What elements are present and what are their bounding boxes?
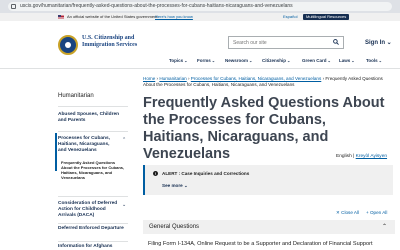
alert-icon: !: [153, 171, 158, 176]
nav-label: Newsroom: [225, 58, 249, 63]
address-bar[interactable]: uscis.gov/humanitarian/frequently-asked-…: [8, 2, 392, 11]
close-all-label: Close All: [341, 210, 360, 215]
search-input[interactable]: [229, 37, 343, 48]
sidebar-divider: [58, 223, 128, 224]
espanol-link[interactable]: Español: [283, 14, 297, 20]
chevron-down-icon[interactable]: ⌄: [122, 202, 126, 208]
sidebar-divider: [58, 241, 128, 242]
chevron-down-icon: ⌄: [351, 58, 355, 63]
dhs-seal-logo[interactable]: [58, 35, 78, 55]
sidebar-title[interactable]: Humanitarian: [58, 93, 94, 99]
see-more-label: See more: [162, 183, 183, 188]
search-box[interactable]: [228, 36, 344, 49]
chevron-up-icon[interactable]: ⌃: [122, 137, 126, 143]
nav-item-green-card[interactable]: Green Card⌄: [302, 58, 331, 63]
sidebar-item-deferred-enforced-departure[interactable]: Deferred Enforced Departure: [58, 226, 128, 232]
chevron-down-icon: ⌄: [378, 58, 383, 63]
site-header: U.S. Citizenship and Immigration Service…: [0, 21, 400, 68]
chevron-down-icon: ⌄: [184, 58, 188, 63]
sign-in-label: Sign In: [365, 40, 385, 46]
breadcrumb-humanitarian[interactable]: Humanitarian: [159, 76, 186, 81]
language-kreyol-link[interactable]: Kreyòl Ayisyen: [356, 154, 387, 159]
nav-label: Tools: [366, 58, 378, 63]
agency-name[interactable]: U.S. Citizenship and Immigration Service…: [82, 35, 142, 48]
search-icon[interactable]: [333, 39, 339, 45]
sidebar-item-abused-spouses[interactable]: Abused Spouses, Children and Parents: [58, 112, 128, 124]
nav-label: Citizenship: [262, 58, 287, 63]
page-title: Frequently Asked Questions About the Pro…: [143, 95, 385, 162]
language-switcher: English | Kreyòl Ayisyen: [336, 154, 387, 159]
close-all-button[interactable]: ✕ Close All: [336, 210, 359, 216]
browser-toolbar: uscis.gov/humanitarian/frequently-asked-…: [0, 0, 400, 13]
official-website-text: An official website of the United States…: [67, 14, 158, 19]
official-gov-banner: An official website of the United States…: [0, 13, 400, 21]
us-flag-icon: [58, 15, 64, 19]
sidebar-subitem-faq[interactable]: Frequently Asked Questions About the Pro…: [61, 160, 125, 180]
nav-item-newsroom[interactable]: Newsroom⌄: [225, 58, 252, 63]
chevron-down-icon: ⌄: [386, 40, 392, 46]
nav-item-tools[interactable]: Tools⌄: [366, 58, 382, 63]
chevron-down-icon: ⌄: [287, 58, 291, 63]
chevron-down-icon: ⌄: [249, 58, 253, 63]
sidebar-item-chnv-processes[interactable]: Processes for Cubans, Haitians, Nicaragu…: [58, 136, 118, 154]
nav-item-forms[interactable]: Forms⌄: [197, 58, 215, 63]
chevron-up-icon: ⌃: [381, 224, 387, 230]
nav-item-topics[interactable]: Topics⌄: [169, 58, 188, 63]
sign-in-button[interactable]: Sign In ⌄: [365, 39, 392, 46]
sidebar-item-afghans[interactable]: Information for Afghans: [58, 244, 128, 250]
multilingual-resources-button[interactable]: Multilingual Resources: [303, 14, 350, 20]
address-bar-url[interactable]: uscis.gov/humanitarian/frequently-asked-…: [20, 3, 388, 10]
sidebar-divider: [58, 196, 128, 197]
main-nav: Topics⌄ Forms⌄ Newsroom⌄ Citizenship⌄ Gr…: [0, 56, 400, 68]
alert-title: ALERT : Case Inquiries and Corrections: [162, 171, 250, 176]
sidebar-item-daca[interactable]: Consideration of Deferred Action for Chi…: [58, 201, 118, 219]
chevron-down-icon: ⌄: [327, 58, 331, 63]
close-icon: ✕: [336, 210, 340, 215]
site-info-icon[interactable]: [11, 4, 16, 9]
chevron-down-icon: ⌄: [183, 183, 188, 188]
language-separator: |: [353, 154, 355, 159]
nav-label: Laws: [339, 58, 351, 63]
sidebar-divider: [58, 131, 128, 132]
accordion-general-questions[interactable]: General Questions ⌃: [143, 220, 395, 234]
sidebar-active-indicator: [55, 133, 57, 171]
accordion-label: General Questions: [149, 224, 200, 230]
open-icon: +: [366, 210, 369, 215]
nav-label: Forms: [197, 58, 211, 63]
alert-box: ! ALERT : Case Inquiries and Corrections…: [143, 165, 393, 195]
nav-item-laws[interactable]: Laws⌄: [339, 58, 355, 63]
open-all-label: Open All: [369, 210, 388, 215]
nav-item-citizenship[interactable]: Citizenship⌄: [262, 58, 290, 63]
header-divider: [0, 68, 400, 69]
nav-label: Topics: [169, 58, 184, 63]
heres-how-you-know-link[interactable]: Here's how you know: [155, 14, 193, 20]
language-english[interactable]: English: [336, 154, 352, 159]
sidebar-divider: [58, 106, 128, 107]
breadcrumb-home[interactable]: Home: [143, 76, 155, 81]
open-all-button[interactable]: + Open All: [366, 210, 387, 215]
see-more-button[interactable]: See more ⌄: [162, 183, 188, 189]
nav-label: Green Card: [302, 58, 327, 63]
breadcrumb: Home › Humanitarian › Processes for Cuba…: [143, 76, 393, 88]
faq-question[interactable]: Filing Form I-134A, Online Request to be…: [148, 241, 393, 248]
chevron-down-icon: ⌄: [211, 58, 216, 63]
breadcrumb-processes[interactable]: Processes for Cubans, Haitians, Nicaragu…: [191, 76, 322, 81]
